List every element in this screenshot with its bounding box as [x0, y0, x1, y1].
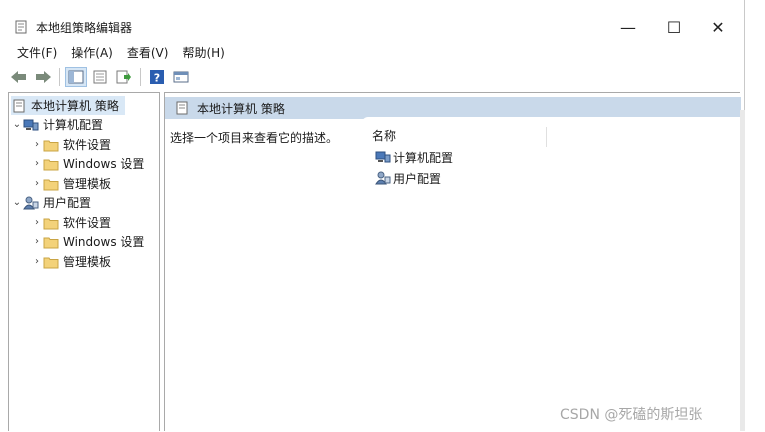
chevron-down-icon[interactable]: ⌄: [11, 197, 23, 208]
user-config-icon: [375, 171, 391, 185]
list-item-label: 用户配置: [393, 171, 442, 186]
folder-icon: [43, 140, 59, 151]
computer-config-icon: [23, 119, 39, 130]
tree-item-label: 管理模板: [63, 177, 112, 191]
help-button[interactable]: ?: [146, 67, 168, 87]
chevron-right-icon[interactable]: ›: [31, 178, 43, 189]
chevron-down-icon[interactable]: ⌄: [11, 119, 23, 130]
content-pane: 本地计算机 策略 选择一个项目来查看它的描述。 名称 计算机配置 用户配置: [164, 92, 741, 432]
menu-bar: 文件(F) 操作(A) 查看(V) 帮助(H): [0, 42, 745, 64]
close-button[interactable]: ✕: [696, 14, 740, 40]
maximize-button[interactable]: ☐: [652, 14, 696, 40]
menu-view[interactable]: 查看(V): [120, 42, 176, 64]
tree-item-computer-software[interactable]: › 软件设置: [31, 135, 111, 154]
folder-icon: [43, 237, 59, 248]
chevron-right-icon[interactable]: ›: [31, 217, 43, 228]
properties-icon: [93, 70, 107, 84]
tree-pane: 本地计算机 策略 ⌄ 计算机配置 › 软件设置 › Windows 设置 › 管…: [8, 92, 160, 431]
tree-item-label: Windows 设置: [63, 235, 145, 249]
computer-config-icon: [375, 151, 391, 163]
menu-file[interactable]: 文件(F): [10, 42, 64, 64]
policy-document-icon: [15, 20, 27, 34]
chevron-right-icon[interactable]: ›: [31, 158, 43, 169]
window-title: 本地组策略编辑器: [36, 21, 133, 35]
column-header-name[interactable]: 名称: [372, 127, 547, 147]
tree-item-label: 用户配置: [43, 196, 92, 210]
console-button[interactable]: [170, 67, 192, 87]
toolbar-separator: [59, 68, 60, 86]
tree-item-user-software[interactable]: › 软件设置: [31, 213, 111, 232]
list-item-label: 计算机配置: [393, 150, 454, 165]
chevron-right-icon[interactable]: ›: [31, 236, 43, 247]
tree-item-label: 软件设置: [63, 138, 112, 152]
description-text: 选择一个项目来查看它的描述。: [170, 131, 339, 145]
toolbar: ?: [0, 64, 745, 90]
export-icon: [116, 70, 131, 84]
menu-action[interactable]: 操作(A): [64, 42, 120, 64]
tree-item-label: 软件设置: [63, 216, 112, 230]
minimize-button[interactable]: —: [606, 14, 650, 40]
menu-help[interactable]: 帮助(H): [175, 42, 231, 64]
back-button[interactable]: [8, 67, 30, 87]
export-button[interactable]: [113, 67, 135, 87]
tree-item-computer-windows[interactable]: › Windows 设置: [31, 154, 144, 173]
tree-item-label: 计算机配置: [43, 118, 104, 132]
policy-document-icon: [176, 101, 188, 115]
list-item-user-config[interactable]: 用户配置: [375, 169, 441, 187]
tree-item-label: 管理模板: [63, 255, 112, 269]
console-icon: [173, 71, 189, 83]
back-icon: [11, 71, 26, 83]
vertical-scrollbar[interactable]: [740, 110, 745, 431]
properties-button[interactable]: [89, 67, 111, 87]
list-item-computer-config[interactable]: 计算机配置: [375, 148, 453, 166]
folder-icon: [43, 218, 59, 229]
tree-view-icon: [68, 70, 84, 84]
policy-document-icon: [13, 99, 25, 112]
tree-item-user-windows[interactable]: › Windows 设置: [31, 232, 144, 251]
folder-icon: [43, 257, 59, 268]
tree-item-user-templates[interactable]: › 管理模板: [31, 252, 111, 271]
tree-root-item[interactable]: 本地计算机 策略: [11, 96, 125, 115]
chevron-right-icon[interactable]: ›: [31, 139, 43, 150]
user-config-icon: [23, 196, 39, 209]
content-header: 本地计算机 策略: [165, 97, 741, 119]
content-header-title: 本地计算机 策略: [197, 101, 285, 116]
title-bar[interactable]: 本地组策略编辑器 — ☐ ✕: [0, 12, 745, 42]
forward-icon: [36, 71, 51, 83]
folder-icon: [43, 179, 59, 190]
tree-root-label: 本地计算机 策略: [31, 99, 119, 113]
show-tree-button[interactable]: [65, 67, 87, 87]
list-view: 名称 计算机配置 用户配置: [362, 117, 741, 432]
gpedit-window: 本地组策略编辑器 — ☐ ✕ 文件(F) 操作(A) 查看(V) 帮助(H) ?…: [0, 0, 745, 432]
help-icon: ?: [150, 70, 164, 85]
tree-item-user-config[interactable]: ⌄ 用户配置: [11, 193, 91, 212]
toolbar-separator: [140, 68, 141, 86]
column-header-label: 名称: [372, 129, 397, 143]
watermark: CSDN @死磕的斯坦张: [560, 407, 703, 423]
tree-item-computer-templates[interactable]: › 管理模板: [31, 174, 111, 193]
chevron-right-icon[interactable]: ›: [31, 256, 43, 267]
tree-item-computer-config[interactable]: ⌄ 计算机配置: [11, 115, 103, 134]
svg-text:?: ?: [154, 72, 160, 85]
tree-item-label: Windows 设置: [63, 157, 145, 171]
folder-icon: [43, 159, 59, 170]
forward-button[interactable]: [32, 67, 54, 87]
